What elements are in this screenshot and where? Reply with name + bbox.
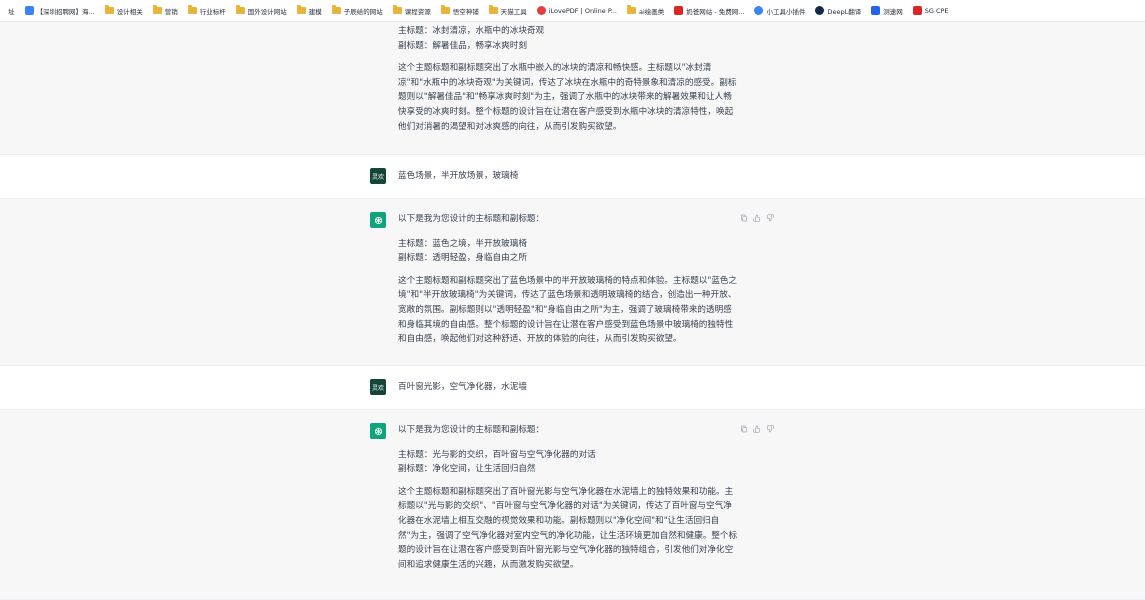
main-title-line: 主标题：冰封清凉，水瓶中的冰块奇观 bbox=[398, 26, 545, 36]
assistant-message: 以下是我为您设计的主标题和副标题： 主标题：蓝色之境，半开放玻璃椅 副标题：透明… bbox=[0, 199, 1145, 366]
bookmark-label: 设计相关 bbox=[116, 7, 143, 16]
subtitle-line: 副标题：透明轻盈，身临自由之所 bbox=[398, 253, 527, 264]
bookmark-item[interactable]: 国外设计网站 bbox=[231, 0, 292, 21]
bookmark-item[interactable]: 设计相关 bbox=[100, 0, 148, 21]
bookmark-label: SG CPE bbox=[924, 6, 949, 15]
chatgpt-avatar bbox=[370, 212, 386, 228]
n-logo-icon bbox=[674, 6, 684, 15]
assistant-message: 主标题：冰封清凉，水瓶中的冰块奇观 副标题：解暑佳品，畅享冰爽时刻 这个主题标题… bbox=[0, 22, 1145, 155]
main-title-line: 主标题：光与影的交织，百叶窗与空气净化器的对话 bbox=[398, 449, 596, 460]
message-body: 这个主题标题和副标题突出了百叶窗光影与空气净化器在水泥墙上的独特效果和功能。主标… bbox=[398, 486, 738, 570]
thumbs-up-icon[interactable] bbox=[753, 214, 761, 222]
bookmark-label: 测速网 bbox=[883, 7, 903, 16]
chat-thread: 主标题：冰封清凉，水瓶中的冰块奇观 副标题：解暑佳品，畅享冰爽时刻 这个主题标题… bbox=[0, 22, 1145, 600]
bookmark-label: 建模 bbox=[308, 7, 322, 16]
bookmark-item[interactable]: 测速网 bbox=[866, 0, 908, 21]
page-icon bbox=[24, 6, 34, 15]
bookmark-item[interactable]: 行业标杆 bbox=[183, 0, 231, 21]
bookmark-label: 营销 bbox=[164, 7, 178, 16]
user-avatar: 灵欢 bbox=[370, 379, 386, 395]
main-title-line: 主标题：蓝色之境，半开放玻璃椅 bbox=[398, 238, 527, 249]
folder-icon bbox=[488, 5, 498, 14]
bookmark-label: 奶爸网站 - 免费网... bbox=[686, 7, 745, 16]
bookmark-label: 址 bbox=[8, 7, 15, 16]
bookmark-label: 小工具小插件 bbox=[766, 7, 806, 16]
bookmark-item[interactable]: 小工具小插件 bbox=[749, 0, 810, 21]
bookmark-label: ai绘画类 bbox=[638, 7, 665, 16]
folder-icon bbox=[104, 5, 114, 14]
bookmark-label: 天猫工具 bbox=[500, 7, 527, 16]
message-actions bbox=[740, 214, 774, 222]
bookmarks-bar: 址 【深圳招聘网】海... 设计相关 营销 行业标杆 国外设计网站 建模 子辰给的网站 课程资源… bbox=[0, 0, 1145, 22]
folder-icon bbox=[235, 5, 245, 14]
folder-icon bbox=[152, 5, 162, 14]
openai-logo-icon bbox=[374, 216, 382, 224]
bookmark-item[interactable]: DeepL翻译 bbox=[810, 0, 866, 21]
bookmark-label: 【深圳招聘网】海... bbox=[36, 7, 95, 16]
bookmark-item[interactable]: iLovePDF | Online P... bbox=[532, 0, 622, 21]
message-content: 以下是我为您设计的主标题和副标题： 主标题：蓝色之境，半开放玻璃椅 副标题：透明… bbox=[398, 212, 738, 355]
bookmark-item[interactable]: 悟空神铺 bbox=[436, 0, 484, 21]
folder-icon bbox=[187, 5, 197, 14]
user-message: 灵欢 百叶窗光影，空气净化器，水泥墙 bbox=[0, 366, 1145, 410]
cpe-icon bbox=[912, 6, 922, 15]
bookmark-item[interactable]: 天猫工具 bbox=[484, 0, 532, 21]
subtitle-line: 副标题：解暑佳品，畅享冰爽时刻 bbox=[398, 40, 527, 51]
bookmark-label: 课程资源 bbox=[404, 7, 431, 16]
message-content: 以下是我为您设计的主标题和副标题： 主标题：光与影的交织，百叶窗与空气净化器的对… bbox=[398, 423, 738, 580]
message-actions bbox=[740, 425, 774, 433]
folder-icon bbox=[392, 5, 402, 14]
thumbs-up-icon[interactable] bbox=[753, 425, 761, 433]
bookmark-item[interactable]: 【深圳招聘网】海... bbox=[20, 0, 100, 21]
bookmark-label: 行业标杆 bbox=[199, 7, 226, 16]
message-intro: 以下是我为您设计的主标题和副标题： bbox=[398, 425, 545, 435]
user-message-text: 蓝色场景，半开放场景，玻璃椅 bbox=[398, 171, 519, 181]
bookmark-label: 子辰给的网站 bbox=[343, 7, 383, 16]
message-intro: 以下是我为您设计的主标题和副标题： bbox=[398, 214, 545, 224]
bookmark-item[interactable]: SG CPE bbox=[908, 0, 954, 21]
bookmark-item[interactable]: 营销 bbox=[148, 0, 183, 21]
thumbs-down-icon[interactable] bbox=[766, 214, 774, 222]
folder-icon bbox=[296, 5, 306, 14]
chatgpt-avatar bbox=[370, 423, 386, 439]
message-body: 这个主题标题和副标题突出了水瓶中嵌入的冰块的清凉和畅快感。主标题以"冰封清凉"和… bbox=[398, 63, 737, 132]
bookmark-label: 悟空神铺 bbox=[452, 7, 479, 16]
shield-icon bbox=[754, 6, 764, 15]
user-avatar: 灵欢 bbox=[370, 168, 386, 184]
copy-icon[interactable] bbox=[740, 214, 748, 222]
folder-icon bbox=[440, 5, 450, 14]
user-message: 灵欢 蓝色场景，半开放场景，玻璃椅 bbox=[0, 155, 1145, 199]
bookmark-label: 国外设计网站 bbox=[247, 7, 287, 16]
heart-icon bbox=[536, 6, 546, 15]
user-message-text: 百叶窗光影，空气净化器，水泥墙 bbox=[398, 382, 527, 392]
bookmark-item[interactable]: 址 bbox=[0, 0, 20, 21]
copy-icon[interactable] bbox=[740, 425, 748, 433]
deepl-icon bbox=[815, 6, 825, 15]
bookmark-label: DeepL翻译 bbox=[827, 7, 862, 16]
bookmark-item[interactable]: 子辰给的网站 bbox=[327, 0, 388, 21]
message-body: 这个主题标题和副标题突出了蓝色场景中的半开放玻璃椅的特点和体验。主标题以"蓝色之… bbox=[398, 275, 738, 345]
openai-logo-icon bbox=[374, 427, 382, 435]
subtitle-line: 副标题：净化空间，让生活回归自然 bbox=[398, 464, 536, 475]
bookmark-label: iLovePDF | Online P... bbox=[548, 6, 617, 15]
bookmark-item[interactable]: 建模 bbox=[292, 0, 327, 21]
message-content: 主标题：冰封清凉，水瓶中的冰块奇观 副标题：解暑佳品，畅享冰爽时刻 这个主题标题… bbox=[398, 24, 738, 142]
bookmark-item[interactable]: 奶爸网站 - 免费网... bbox=[669, 0, 749, 21]
assistant-message: 以下是我为您设计的主标题和副标题： 主标题：光与影的交织，百叶窗与空气净化器的对… bbox=[0, 410, 1145, 600]
bookmark-item[interactable]: 课程资源 bbox=[388, 0, 436, 21]
speed-icon bbox=[871, 6, 881, 15]
bookmark-item[interactable]: ai绘画类 bbox=[622, 0, 669, 21]
folder-icon bbox=[626, 5, 636, 14]
folder-icon bbox=[331, 5, 341, 14]
thumbs-down-icon[interactable] bbox=[766, 425, 774, 433]
